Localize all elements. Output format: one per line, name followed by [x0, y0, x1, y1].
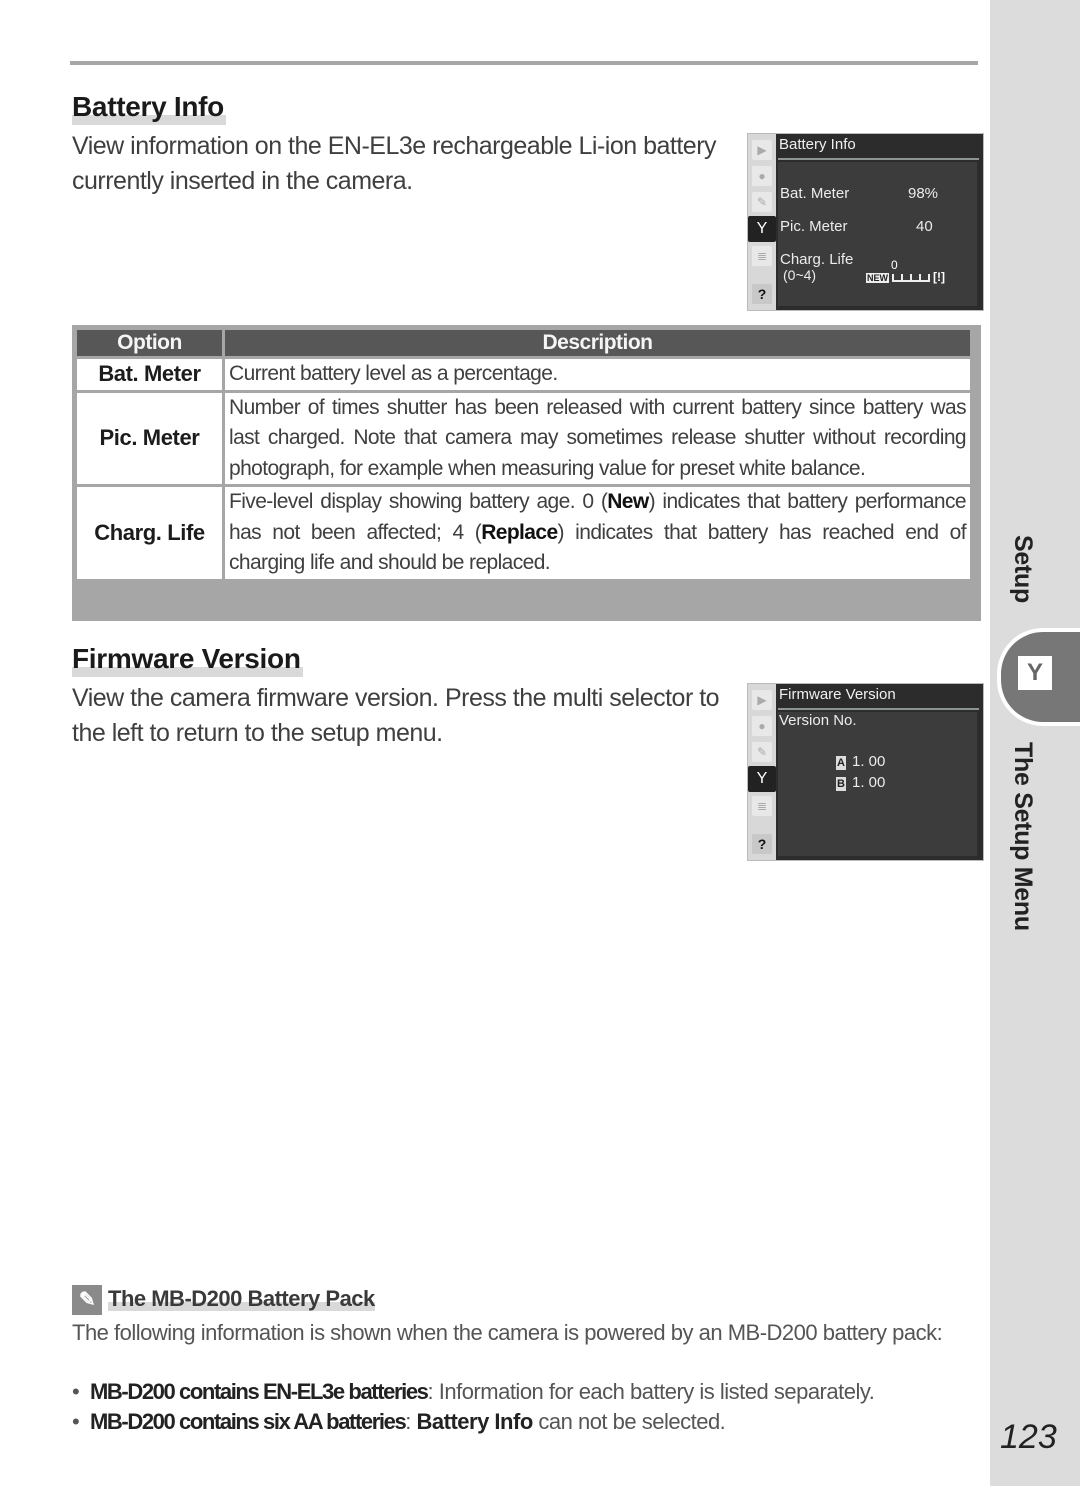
option-cell: Bat. Meter — [77, 359, 222, 390]
firmware-version-heading: Firmware Version — [72, 641, 303, 677]
top-rule — [70, 61, 978, 65]
header-option: Option — [77, 330, 222, 356]
screen-title: Battery Info — [779, 136, 856, 153]
my-menu-icon: ≣ — [752, 796, 772, 816]
firmware-version-intro: View the camera firmware version. Press … — [72, 684, 720, 747]
custom-settings-icon: ✎ — [752, 192, 772, 212]
chapter-title: The Setup Menu — [1009, 742, 1037, 931]
battery-info-screen: ▶ ● ✎ Y ≣ ? Battery Info Bat. Meter 98% … — [747, 133, 984, 311]
new-badge-icon: NEW — [866, 273, 889, 283]
setup-icon: Y — [748, 216, 776, 242]
playback-icon: ▶ — [752, 690, 772, 710]
options-table: Option Description Bat. Meter Current ba… — [72, 325, 981, 621]
shooting-icon: ● — [752, 166, 772, 186]
description-cell: Five-level display showing battery age. … — [225, 487, 970, 579]
table-row: Bat. Meter Current battery level as a pe… — [77, 359, 970, 390]
new-term: New — [607, 490, 649, 513]
option-cell: Pic. Meter — [77, 392, 222, 484]
pencil-icon: ✎ — [72, 1285, 102, 1315]
firmware-version-screen: ▶ ● ✎ Y ≣ ? Firmware Version Version No.… — [747, 683, 984, 861]
option-cell: Charg. Life — [77, 487, 222, 579]
my-menu-icon: ≣ — [752, 246, 772, 266]
replace-battery-icon: [!] — [933, 270, 945, 284]
description-cell: Number of times shutter has been release… — [225, 392, 970, 484]
note-body: The following information is shown when … — [72, 1320, 943, 1345]
note-bullet: • MB-D200 contains six AA batteries: Batt… — [72, 1409, 726, 1434]
note-bullet: • MB-D200 contains EN-EL3e batteries: Inf… — [72, 1379, 875, 1404]
section-tab-label: Setup — [1009, 535, 1037, 603]
header-description: Description — [225, 330, 970, 356]
shooting-icon: ● — [752, 716, 772, 736]
bat-meter-value: 98% — [908, 185, 939, 202]
gauge-ticks — [892, 274, 930, 283]
setup-icon: Y — [748, 766, 776, 792]
help-icon: ? — [752, 284, 772, 304]
page-number: 123 — [1000, 1418, 1057, 1456]
tag-b-icon: B — [836, 777, 846, 791]
menu-sidebar: ▶ ● ✎ Y ≣ ? — [748, 684, 776, 860]
bat-meter-label: Bat. Meter — [780, 185, 850, 202]
help-icon: ? — [752, 834, 772, 854]
replace-term: Replace — [481, 520, 558, 544]
battery-info-heading: Battery Info — [72, 89, 226, 125]
playback-icon: ▶ — [752, 140, 772, 160]
description-cell: Current battery level as a percentage. — [225, 359, 970, 390]
wrench-icon: Y — [1018, 656, 1052, 690]
note-heading: ✎ The MB-D200 Battery Pack — [72, 1285, 375, 1315]
version-label: Version No. — [779, 712, 857, 729]
title-underline — [778, 158, 979, 160]
table-row: Pic. Meter Number of times shutter has b… — [77, 392, 970, 484]
version-a: A 1. 00 — [836, 753, 886, 770]
pic-meter-value: 40 — [916, 218, 933, 235]
version-b: B 1. 00 — [836, 774, 886, 791]
tag-a-icon: A — [836, 756, 846, 770]
battery-info-intro: View information on the EN-EL3e recharge… — [72, 132, 717, 195]
pic-meter-label: Pic. Meter — [780, 218, 848, 235]
charg-life-gauge: 0 NEW [!] — [866, 258, 945, 284]
menu-sidebar: ▶ ● ✎ Y ≣ ? — [748, 134, 776, 310]
custom-settings-icon: ✎ — [752, 742, 772, 762]
charg-life-range: (0~4) — [783, 267, 817, 283]
charg-life-value: 0 — [891, 258, 898, 272]
screen-title: Firmware Version — [779, 686, 896, 703]
table-row: Charg. Life Five-level display showing b… — [77, 487, 970, 579]
title-underline — [778, 708, 979, 710]
charg-life-label: Charg. Life — [780, 251, 854, 268]
